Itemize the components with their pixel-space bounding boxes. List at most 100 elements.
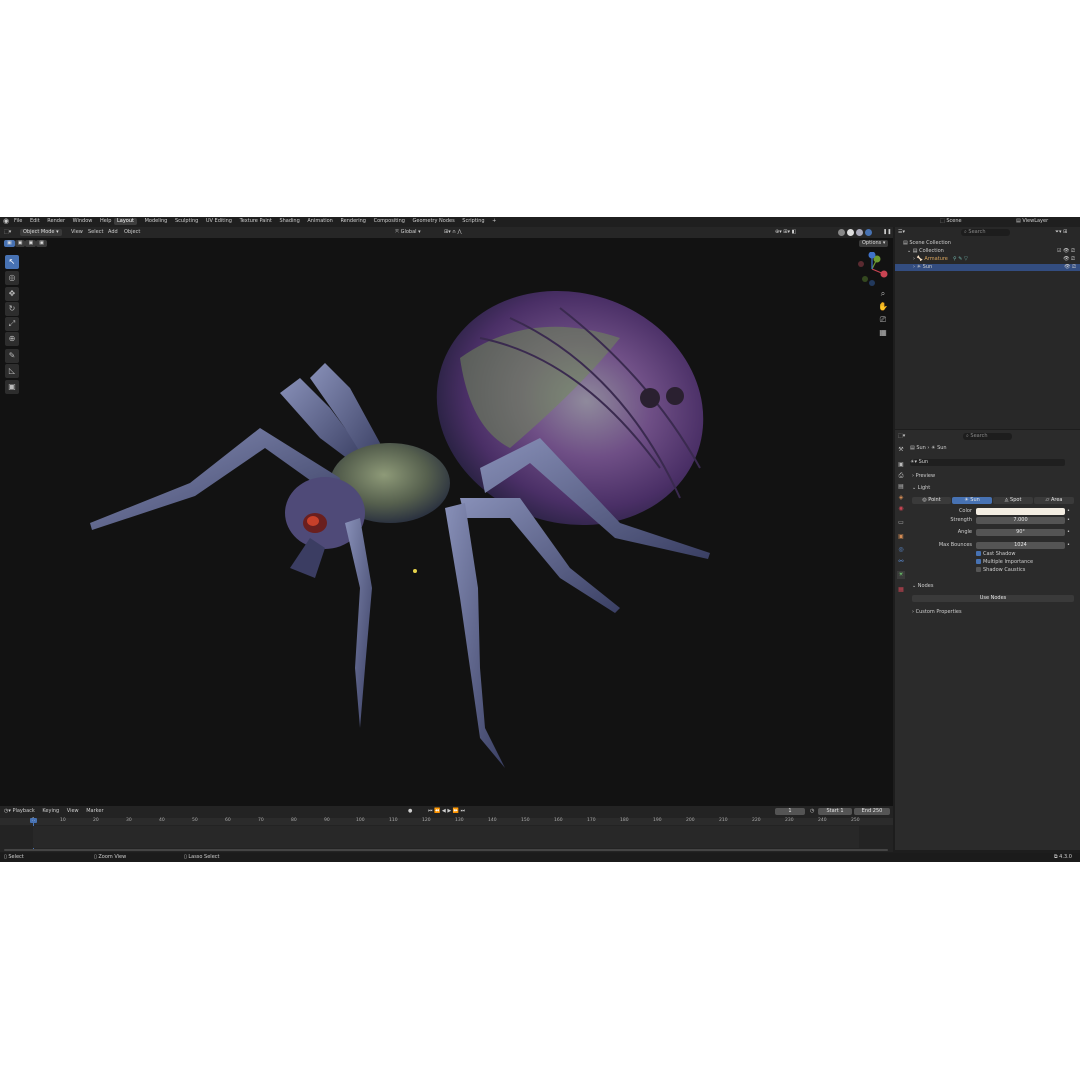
tab-compositing[interactable]: Compositing (374, 218, 405, 225)
menu-file[interactable]: File (14, 218, 22, 225)
custom-properties-panel-header[interactable]: › Custom Properties (912, 609, 962, 616)
outliner-row-scene-collection[interactable]: ▤ Scene Collection (903, 240, 951, 247)
solid-shading-icon[interactable] (847, 229, 854, 236)
scene-tab-icon[interactable]: ◈ (897, 494, 905, 502)
tab-geometry-nodes[interactable]: Geometry Nodes (413, 218, 455, 225)
add-menu[interactable]: Add (108, 229, 118, 236)
tab-layout[interactable]: Layout (114, 218, 137, 225)
mode-dropdown[interactable]: Object Mode ▾ (20, 229, 62, 236)
camera-view-icon[interactable]: ⎚ (878, 315, 888, 325)
select-mode-buttons[interactable]: ▣ ▣ ▣ ▣ (4, 240, 47, 247)
tab-shading[interactable]: Shading (279, 218, 299, 225)
playback-menu[interactable]: Playback (12, 808, 34, 814)
render-tab-icon[interactable]: ▣ (897, 461, 905, 469)
move-tool-icon[interactable]: ✥ (5, 287, 19, 301)
strength-keyframe-icon[interactable]: • (1067, 517, 1070, 524)
world-tab-icon[interactable]: ◉ (897, 505, 905, 513)
rotate-tool-icon[interactable]: ↻ (5, 302, 19, 316)
select-menu[interactable]: Select (88, 229, 103, 236)
visibility-icon[interactable]: ☑ 👁 ⎚ (1057, 248, 1075, 255)
tool-tab-icon[interactable]: ⚒ (897, 446, 905, 454)
clock-icon[interactable]: ◷ (810, 808, 814, 815)
light-panel-header[interactable]: ⌄ Light (912, 485, 930, 492)
menu-help[interactable]: Help (100, 218, 111, 225)
shadow-caustics-checkbox[interactable]: Shadow Caustics (976, 567, 1025, 574)
annotate-tool-icon[interactable]: ✎ (5, 349, 19, 363)
object-tab-icon[interactable]: ▣ (897, 533, 905, 541)
max-bounces-field[interactable]: 1024 (976, 542, 1065, 549)
pan-view-icon[interactable]: ✋ (878, 302, 888, 312)
navigation-gizmo[interactable] (855, 252, 889, 286)
add-cube-tool-icon[interactable]: ▣ (5, 380, 19, 394)
properties-editor-icon[interactable]: ⬚▾ (898, 433, 905, 440)
select-extend-icon[interactable]: ▣ (14, 240, 26, 247)
outliner-row-sun[interactable]: › ☀ Sun 👁 ⎚ (895, 264, 1080, 271)
outliner-search-input[interactable]: ⌕ Search (961, 229, 1010, 236)
armature-visibility-icon[interactable]: 👁 ⎚ (1063, 256, 1075, 263)
light-type-area[interactable]: ▱ Area (1034, 497, 1074, 504)
menu-render[interactable]: Render (47, 218, 65, 225)
view-layer-tab-icon[interactable]: ▤ (897, 483, 905, 491)
snap-icon[interactable]: ⊞▾ ∩ ⋀ (444, 229, 462, 236)
measure-tool-icon[interactable]: ◺ (5, 364, 19, 378)
transform-tool-icon[interactable]: ⊕ (5, 332, 19, 346)
nodes-panel-header[interactable]: ⌄ Nodes (912, 583, 933, 590)
preview-panel-header[interactable]: › Preview (912, 473, 935, 480)
filter-icon[interactable]: ⏷▾ ⊞ (1055, 229, 1067, 236)
pause-icon[interactable]: ❚❚ (883, 229, 891, 236)
gizmo-toggle-icon[interactable]: ⊕▾ ⊞▾ ◧ (775, 229, 796, 236)
transform-orientation[interactable]: ⤧ Global ▾ (395, 229, 421, 236)
timeline-scrollbar[interactable] (4, 849, 888, 851)
light-type-sun[interactable]: ☀ Sun (952, 497, 992, 504)
material-shading-icon[interactable] (856, 229, 863, 236)
viewlayer-selector[interactable]: ▤ ViewLayer (1016, 218, 1048, 225)
physics-tab-icon[interactable]: ◎ (897, 546, 905, 554)
texture-tab-icon[interactable]: ▦ (897, 586, 905, 594)
use-nodes-button[interactable]: Use Nodes (912, 595, 1074, 602)
current-frame-field[interactable]: 1 (775, 808, 805, 815)
options-button[interactable]: Options ▾ (859, 240, 889, 247)
object-menu[interactable]: Object (124, 229, 140, 236)
start-frame-field[interactable]: Start 1 (818, 808, 852, 815)
menu-edit[interactable]: Edit (30, 218, 40, 225)
outliner-editor-icon[interactable]: ☰▾ (898, 229, 905, 236)
bounces-keyframe-icon[interactable]: • (1067, 542, 1070, 549)
select-new-icon[interactable]: ▣ (4, 240, 15, 247)
tab-sculpting[interactable]: Sculpting (175, 218, 198, 225)
select-invert-icon[interactable]: ▣ (36, 240, 47, 247)
cursor-tool-icon[interactable]: ◎ (5, 271, 19, 285)
zoom-view-icon[interactable]: ⌕ (878, 289, 888, 299)
record-icon[interactable]: ● (408, 808, 412, 815)
constraints-tab-icon[interactable]: ⚯ (897, 558, 905, 566)
timeline-view-menu[interactable]: View (67, 808, 79, 814)
cast-shadow-checkbox[interactable]: Cast Shadow (976, 551, 1015, 558)
blender-logo-icon[interactable]: ◉ (3, 218, 9, 225)
scale-tool-icon[interactable]: ⤢ (5, 317, 19, 331)
perspective-toggle-icon[interactable]: ▦ (878, 328, 888, 338)
sun-visibility-icon[interactable]: 👁 ⎚ (1064, 264, 1076, 271)
frame-ruler[interactable]: 1 10 20 30 40 50 60 70 80 90 100 110 120… (0, 818, 893, 825)
angle-field[interactable]: 90° (976, 529, 1065, 536)
rendered-shading-icon[interactable] (865, 229, 872, 236)
tab-scripting[interactable]: Scripting (462, 218, 484, 225)
tab-modeling[interactable]: Modeling (145, 218, 168, 225)
end-frame-field[interactable]: End 250 (854, 808, 890, 815)
properties-search-input[interactable]: ⌕ Search (963, 433, 1012, 440)
multiple-importance-checkbox[interactable]: Multiple Importance (976, 559, 1033, 566)
color-keyframe-icon[interactable]: • (1067, 508, 1070, 515)
editor-type-icon[interactable]: ⬚▾ (4, 229, 11, 236)
playback-controls-icon[interactable]: ⏮ ⏪ ◀ ▶ ⏩ ⏭ (428, 808, 465, 815)
light-type-point[interactable]: ◎ Point (912, 497, 951, 504)
tab-texture-paint[interactable]: Texture Paint (240, 218, 272, 225)
select-box-tool-icon[interactable]: ↖ (5, 255, 19, 269)
select-subtract-icon[interactable]: ▣ (25, 240, 37, 247)
light-data-tab-icon[interactable]: ☀ (897, 571, 905, 579)
keying-menu[interactable]: Keying (42, 808, 59, 814)
view-menu[interactable]: View (71, 229, 83, 236)
menu-window[interactable]: Window (73, 218, 93, 225)
angle-keyframe-icon[interactable]: • (1067, 529, 1070, 536)
frame-range-area[interactable] (33, 826, 859, 848)
tab-rendering[interactable]: Rendering (340, 218, 366, 225)
tab-uv-editing[interactable]: UV Editing (206, 218, 232, 225)
add-workspace-button[interactable]: + (492, 218, 496, 225)
